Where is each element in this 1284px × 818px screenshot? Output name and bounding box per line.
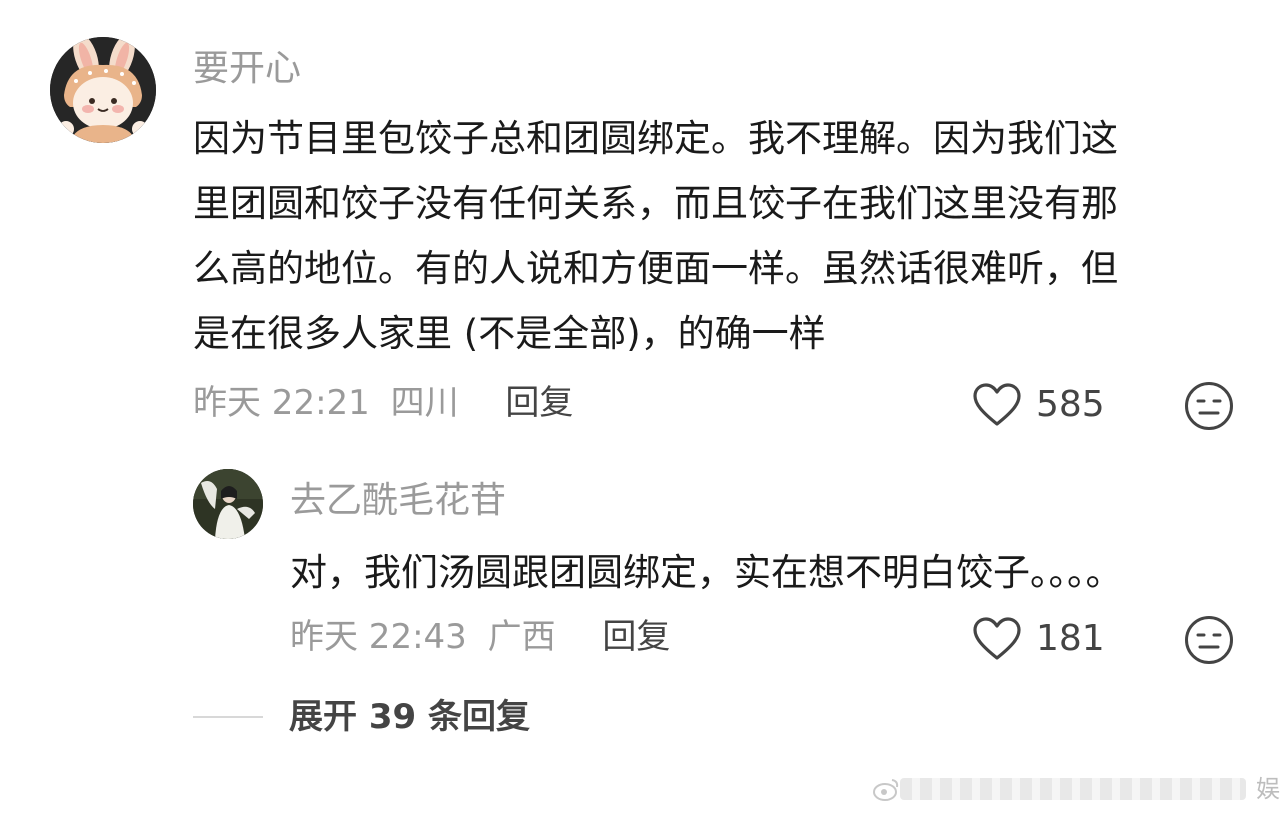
reply-like-count: 181 xyxy=(1036,618,1105,659)
reaction-button[interactable] xyxy=(1184,381,1234,431)
commenter-avatar[interactable] xyxy=(50,37,156,143)
replier-avatar[interactable] xyxy=(193,469,263,539)
comment-body: 因为节目里包饺子总和团圆绑定。我不理解。因为我们这 里团圆和饺子没有任何关系，而… xyxy=(193,106,1253,366)
heart-outline-icon xyxy=(973,617,1021,660)
watermark: 娱 xyxy=(870,770,1280,808)
reply-body: 对，我们汤圆跟团圆绑定，实在想不明白饺子。。。。 xyxy=(290,551,1123,594)
like-count: 585 xyxy=(1036,384,1105,425)
neutral-face-icon xyxy=(1185,382,1233,430)
expand-replies-label: 展开 39 条回复 xyxy=(289,697,530,737)
watermark-bar xyxy=(900,778,1246,800)
comment-meta: 昨天 22:21 四川 回复 xyxy=(193,386,573,420)
like-button[interactable]: 585 xyxy=(972,382,1105,428)
reply-button[interactable]: 回复 xyxy=(505,383,573,423)
reply-meta: 昨天 22:43 广西 回复 xyxy=(290,620,670,654)
person-in-white-avatar-icon xyxy=(193,469,263,539)
neutral-face-icon xyxy=(1185,616,1233,664)
reply-location: 广西 xyxy=(487,617,556,657)
heart-outline-icon xyxy=(973,383,1021,426)
comment-line: 因为节目里包饺子总和团圆绑定。我不理解。因为我们这 xyxy=(193,117,1118,160)
replier-username[interactable]: 去乙酰毛花苷 xyxy=(290,483,506,519)
comment-time: 昨天 22:21 xyxy=(193,383,370,423)
weibo-logo-icon xyxy=(873,779,899,801)
expand-replies-button[interactable]: 展开 39 条回复 xyxy=(193,700,530,734)
commenter-username[interactable]: 要开心 xyxy=(193,51,301,87)
reply-time: 昨天 22:43 xyxy=(290,617,467,657)
expand-divider xyxy=(193,716,263,718)
reply-like-button[interactable]: 181 xyxy=(972,616,1105,662)
watermark-text: 娱 xyxy=(1256,775,1280,803)
comment-line: 里团圆和饺子没有任何关系，而且饺子在我们这里没有那 xyxy=(193,182,1118,225)
comment-location: 四川 xyxy=(390,383,459,423)
comment-line: 是在很多人家里 (不是全部)，的确一样 xyxy=(193,312,826,355)
comment-line: 么高的地位。有的人说和方便面一样。虽然话很难听，但 xyxy=(193,247,1118,290)
reply-reaction-button[interactable] xyxy=(1184,615,1234,665)
reply-reply-button[interactable]: 回复 xyxy=(602,617,670,657)
bunny-avatar-icon xyxy=(50,37,156,143)
